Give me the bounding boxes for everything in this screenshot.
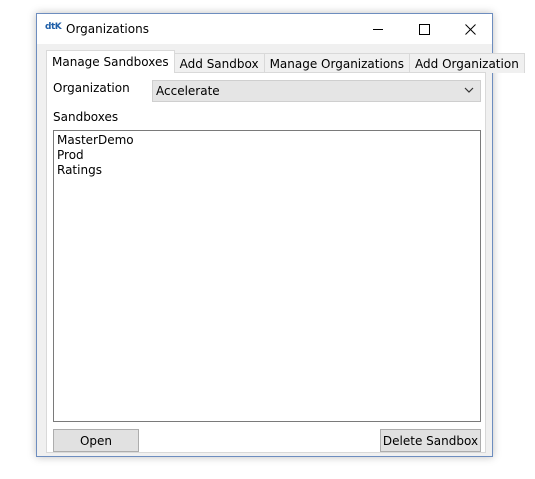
title-bar[interactable]: dtK Organizations	[37, 14, 492, 44]
tab-add-sandbox[interactable]: Add Sandbox	[173, 53, 265, 73]
maximize-button[interactable]	[401, 14, 447, 44]
tab-manage-organizations[interactable]: Manage Organizations	[263, 53, 411, 73]
organization-selected-value: Accelerate	[156, 84, 220, 98]
chevron-down-icon	[464, 87, 474, 93]
sandboxes-listbox[interactable]: MasterDemo Prod Ratings	[53, 130, 481, 422]
tab-add-organization[interactable]: Add Organization	[409, 53, 525, 73]
open-button[interactable]: Open	[53, 429, 139, 452]
list-item[interactable]: MasterDemo	[57, 133, 477, 148]
sandboxes-label: Sandboxes	[53, 110, 119, 124]
list-item[interactable]: Ratings	[57, 163, 477, 178]
window-title: Organizations	[66, 22, 149, 36]
manage-sandboxes-panel: Organization Accelerate Sandboxes Master…	[46, 72, 486, 453]
minimize-button[interactable]	[355, 14, 401, 44]
app-logo-icon: dtK	[45, 22, 62, 32]
list-item[interactable]: Prod	[57, 148, 477, 163]
close-icon	[464, 23, 476, 35]
organization-label: Organization	[53, 81, 130, 95]
organizations-window: dtK Organizations Manage Sandboxes Add S…	[36, 13, 525, 457]
delete-sandbox-button[interactable]: Delete Sandbox	[380, 429, 481, 452]
close-button[interactable]	[447, 14, 493, 44]
organization-dropdown[interactable]: Accelerate	[152, 80, 481, 102]
maximize-icon	[418, 23, 430, 35]
tab-strip: Manage Sandboxes Add Sandbox Manage Orga…	[46, 50, 525, 73]
tab-manage-sandboxes[interactable]: Manage Sandboxes	[46, 50, 175, 73]
minimize-icon	[373, 28, 383, 30]
